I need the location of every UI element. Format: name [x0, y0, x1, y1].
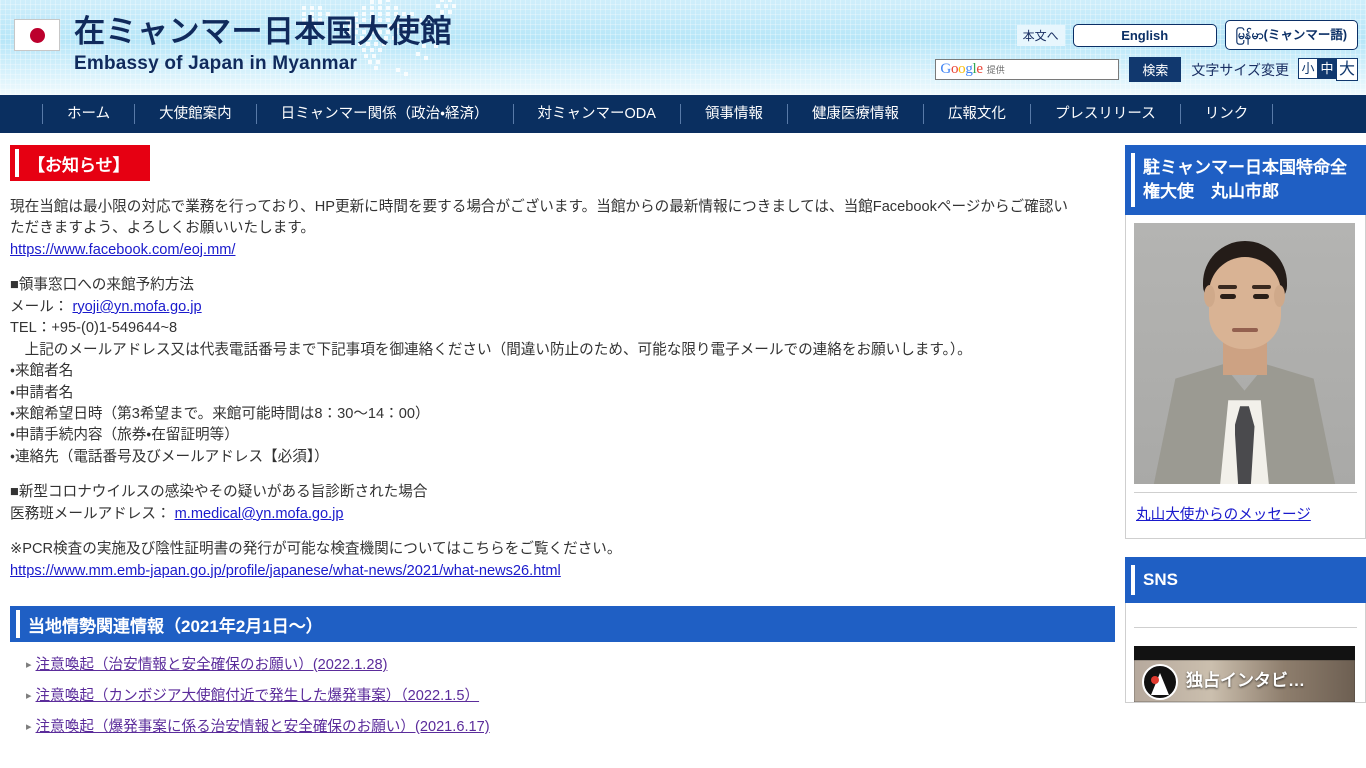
tel-line: TEL：+95-(0)1-549644~8	[10, 320, 178, 337]
sns-video-title: 独占インタビ…	[1186, 671, 1305, 691]
nav-item-japan-myanmar-relations[interactable]: 日ミャンマー関係（政治・経済）	[255, 104, 513, 124]
alert-link-2021-06-17[interactable]: 注意喚起（爆発事案に係る治安情報と安全確保のお願い）(2021.6.17)	[36, 718, 490, 737]
pcr-info-link[interactable]: https://www.mm.emb-japan.go.jp/profile/j…	[10, 563, 561, 579]
ambassador-message-link[interactable]: 丸山大使からのメッセージ	[1136, 507, 1311, 523]
skip-to-content-link[interactable]: 本文へ	[1016, 24, 1065, 46]
nav-item-culture[interactable]: 広報文化	[922, 104, 1030, 124]
facebook-link[interactable]: https://www.facebook.com/eoj.mm/	[10, 242, 235, 258]
font-size-label: 文字サイズ変更	[1191, 61, 1289, 78]
site-header: 在ミャンマー日本国大使館 Embassy of Japan in Myanmar…	[0, 0, 1366, 95]
page-body: 【お知らせ】 現在当館は最小限の対応で業務を行っており、HP更新に時間を要する場…	[0, 133, 1366, 749]
font-size-small-button[interactable]: 小	[1298, 58, 1318, 79]
header-top-controls: 本文へ English မြန်မာ(ミャンマー語)	[1016, 20, 1358, 50]
medical-label: 医務班メールアドレス：	[10, 505, 171, 522]
nav-item-press-release[interactable]: プレスリリース	[1029, 104, 1180, 124]
list-item: ▸ 注意喚起（カンボジア大使館付近で発生した爆発事案）（2022.1.5）	[26, 687, 1125, 706]
mail-label: メール：	[10, 298, 69, 315]
search-input[interactable]: Google 提供	[935, 59, 1120, 80]
nav-item-oda[interactable]: 対ミャンマーODA	[512, 104, 680, 124]
nav-item-home[interactable]: ホーム	[42, 104, 134, 124]
ambassador-block: 駐ミャンマー日本国特命全権大使 丸山市郎 丸山大使からのメッセージ	[1125, 145, 1366, 540]
right-sidebar: 駐ミャンマー日本国特命全権大使 丸山市郎 丸山大使からのメッセージ SNS 独占…	[1125, 133, 1366, 749]
reservation-item-applicant-name: ・申請者名	[10, 384, 74, 401]
section-heading-local-situation: 当地情勢関連情報（2021年2月1日〜）	[10, 606, 1115, 642]
triangle-bullet-icon: ▸	[26, 721, 32, 733]
site-title-en: Embassy of Japan in Myanmar	[74, 52, 358, 74]
reservation-instruction: 上記のメールアドレス又は代表電話番号まで下記事項を御連絡ください（間違い防止のた…	[10, 341, 972, 358]
list-item: ▸ 注意喚起（治安情報と安全確保のお願い）(2022.1.28)	[26, 656, 1125, 675]
notice-body: 現在当館は最小限の対応で業務を行っており、HP更新に時間を要する場合がございます…	[10, 197, 1115, 582]
font-size-medium-button[interactable]: 中	[1317, 58, 1337, 79]
list-item: ▸ 注意喚起（爆発事案に係る治安情報と安全確保のお願い）(2021.6.17)	[26, 718, 1125, 737]
consular-email-link[interactable]: ryoji@yn.mofa.go.jp	[72, 299, 201, 315]
ambassador-heading: 駐ミャンマー日本国特命全権大使 丸山市郎	[1125, 145, 1366, 216]
sns-video-thumbnail[interactable]: 独占インタビ…	[1134, 646, 1355, 703]
notice-intro-line1: 現在当館は最小限の対応で業務を行っており、HP更新に時間を要する場合がございます…	[10, 199, 1068, 215]
language-myanmar-button[interactable]: မြန်မာ(ミャンマー語)	[1224, 20, 1358, 50]
pcr-note: ※PCR検査の実施及び陰性証明書の発行が可能な検査機関についてはこちらをご覧くだ…	[10, 541, 622, 558]
search-button[interactable]: 検索	[1129, 57, 1182, 82]
search-provided-by-label: 提供	[986, 65, 1005, 75]
nav-item-health-medical[interactable]: 健康医療情報	[786, 104, 923, 124]
main-content: 【お知らせ】 現在当館は最小限の対応で業務を行っており、HP更新に時間を要する場…	[0, 133, 1125, 749]
ambassador-panel: 丸山大使からのメッセージ	[1125, 215, 1366, 540]
reservation-item-desired-datetime: ・来館希望日時（第3希望まで。来館可能時間は8：30〜14：00）	[10, 405, 430, 422]
nav-item-links[interactable]: リンク	[1179, 104, 1274, 124]
sns-panel: 独占インタビ…	[1125, 603, 1366, 704]
embassy-logo-icon	[1142, 664, 1178, 701]
alert-link-2022-01-28[interactable]: 注意喚起（治安情報と安全確保のお願い）(2022.1.28)	[36, 656, 388, 675]
nav-item-embassy-info[interactable]: 大使館案内	[134, 104, 256, 124]
japan-flag-icon	[14, 19, 60, 51]
alert-link-2022-01-05[interactable]: 注意喚起（カンボジア大使館付近で発生した爆発事案）（2022.1.5）	[36, 687, 480, 706]
language-english-button[interactable]: English	[1072, 23, 1217, 47]
local-situation-link-list: ▸ 注意喚起（治安情報と安全確保のお願い）(2022.1.28) ▸ 注意喚起（…	[26, 656, 1125, 737]
header-search-controls: Google 提供 検索 文字サイズ変更 小 中 大	[935, 57, 1358, 82]
consular-heading: ■領事窓口への来館予約方法	[10, 277, 194, 294]
sns-divider	[1134, 627, 1357, 629]
reservation-item-procedure: ・申請手続内容（旅券・在留証明等）	[10, 427, 239, 444]
notice-heading: 【お知らせ】	[10, 145, 150, 181]
font-size-group: 小 中 大	[1298, 58, 1358, 81]
google-logo-text: Google	[940, 61, 983, 77]
site-brand[interactable]: 在ミャンマー日本国大使館 Embassy of Japan in Myanmar	[14, 14, 452, 75]
reservation-item-visitor-name: ・来館者名	[10, 363, 74, 380]
sns-block: SNS 独占インタビ…	[1125, 557, 1366, 704]
notice-intro-line2: ただきますよう、よろしくお願いいたします。	[10, 220, 316, 237]
medical-email-link[interactable]: m.medical@yn.mofa.go.jp	[175, 506, 344, 522]
triangle-bullet-icon: ▸	[26, 690, 32, 702]
triangle-bullet-icon: ▸	[26, 659, 32, 671]
reservation-item-contact: ・連絡先（電話番号及びメールアドレス【必須】）	[10, 448, 329, 465]
font-size-large-button[interactable]: 大	[1336, 58, 1358, 81]
ambassador-portrait-photo	[1134, 223, 1355, 485]
main-navigation: ホーム 大使館案内 日ミャンマー関係（政治・経済） 対ミャンマーODA 領事情報…	[0, 95, 1366, 133]
covid-heading: ■新型コロナウイルスの感染やその疑いがある旨診断された場合	[10, 484, 428, 501]
site-title-jp: 在ミャンマー日本国大使館	[74, 14, 452, 49]
nav-item-consular[interactable]: 領事情報	[679, 104, 787, 124]
sns-heading: SNS	[1125, 557, 1366, 604]
